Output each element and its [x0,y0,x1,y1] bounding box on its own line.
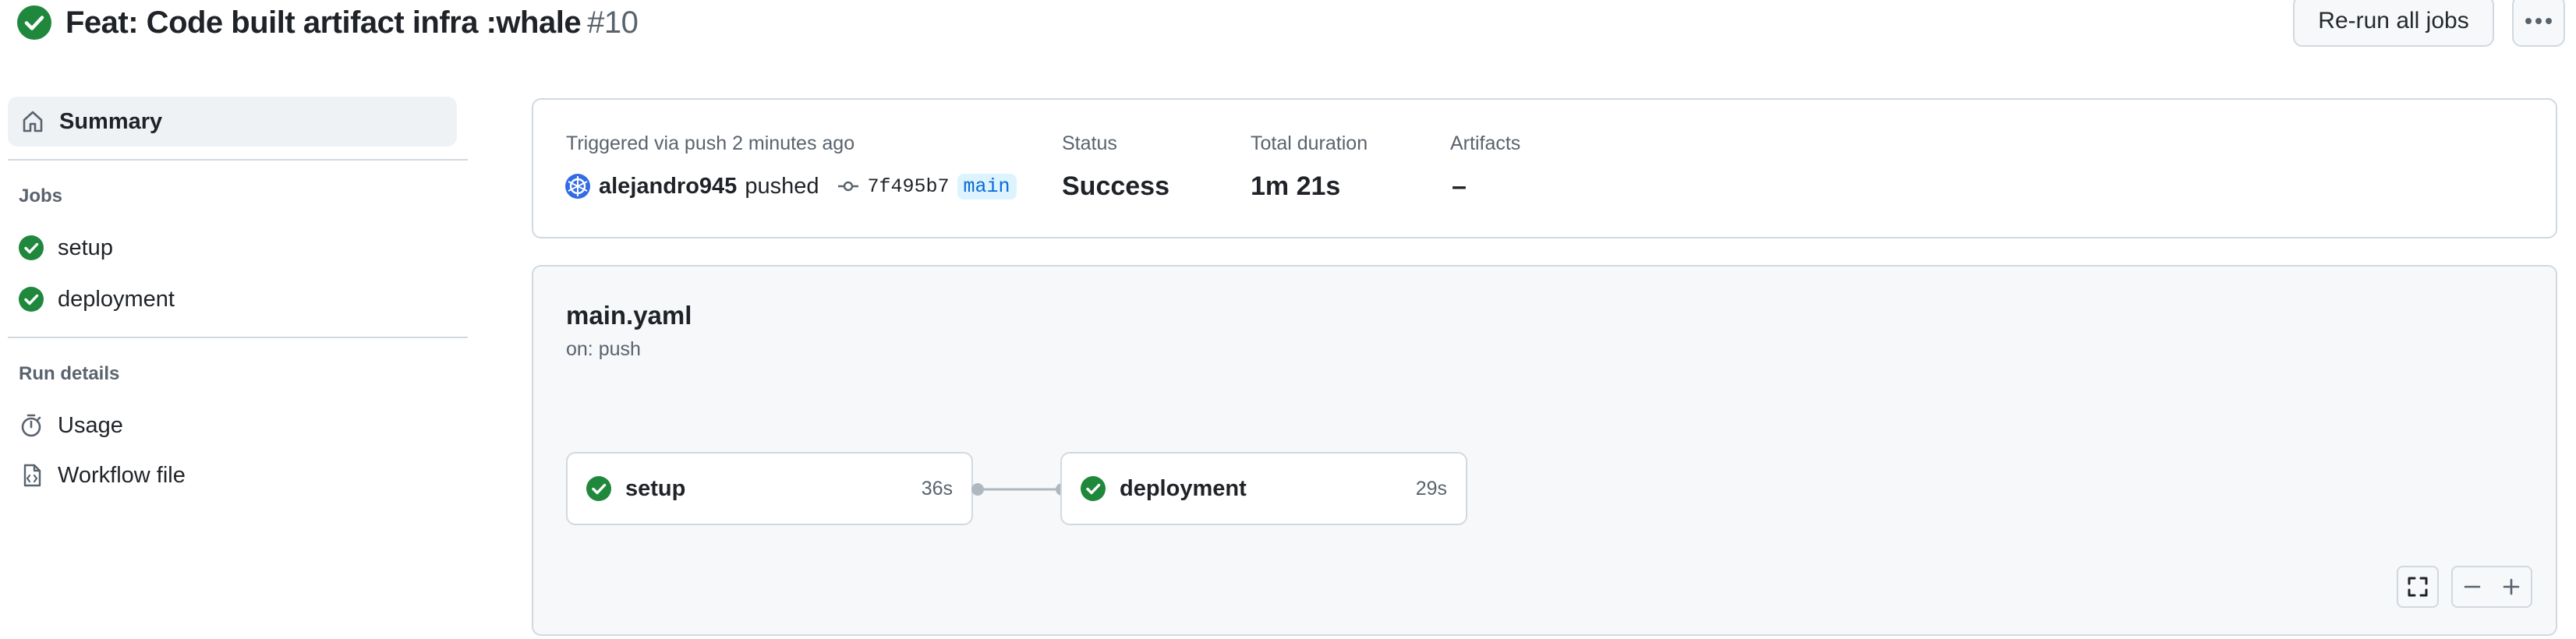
branch-badge[interactable]: main [957,173,1017,199]
sidebar-divider [8,159,468,161]
sidebar-item-usage[interactable]: Usage [19,410,123,441]
success-check-icon [586,476,611,501]
job-connector [971,483,1068,496]
run-number: #10 [587,5,639,40]
zoom-in-icon[interactable] [2501,577,2521,597]
sidebar-item-label: Summary [59,108,163,134]
success-check-icon [19,235,44,260]
sidebar-item-summary[interactable]: Summary [8,97,457,147]
job-name: deployment [1120,475,1247,501]
fullscreen-icon [2407,576,2429,598]
sidebar-item-deployment[interactable]: deployment [19,284,175,315]
job-node-deployment[interactable]: deployment 29s [1060,452,1467,525]
fullscreen-button[interactable] [2397,566,2439,608]
zoom-controls [2451,566,2532,608]
stopwatch-icon [19,413,44,438]
job-duration: 29s [1415,477,1447,500]
success-check-icon [1081,476,1106,501]
artifacts-label: Artifacts [1450,132,1521,154]
rerun-label: Re-run all jobs [2318,8,2469,34]
home-icon [20,109,45,134]
workflow-graph-card: main.yaml on: push setup 36s deployment … [532,265,2557,636]
push-action-text: pushed [745,173,819,199]
duration-value: 1m 21s [1251,171,1341,201]
success-check-icon [17,5,51,40]
job-duration: 36s [921,477,953,500]
sidebar-divider [8,337,468,338]
job-node-setup[interactable]: setup 36s [566,452,973,525]
sidebar-item-label: Usage [58,412,123,438]
sidebar-item-workflow-file[interactable]: Workflow file [19,460,186,491]
kebab-horizontal-icon [2525,17,2553,25]
commit-info: alejandro945 pushed 7f495b7 main [564,173,1017,199]
more-options-button[interactable] [2512,0,2565,47]
page-title: Feat: Code built artifact infra :whale #1… [65,5,639,41]
trigger-text: Triggered via push 2 minutes ago [566,132,855,154]
artifacts-value: – [1452,171,1467,201]
rerun-all-jobs-button[interactable]: Re-run all jobs [2293,0,2494,47]
git-commit-icon [837,178,859,194]
zoom-out-icon[interactable] [2462,577,2482,597]
jobs-heading: Jobs [19,185,63,207]
page-header: Feat: Code built artifact infra :whale #1… [17,0,639,45]
sidebar-item-label: setup [58,235,113,260]
commit-sha-link[interactable]: 7f495b7 [867,175,949,198]
status-label: Status [1062,132,1117,154]
run-details-heading: Run details [19,363,120,384]
run-title: Feat: Code built artifact infra :whale [65,5,582,40]
status-value: Success [1062,171,1169,201]
job-name: setup [625,475,686,501]
sidebar-item-setup[interactable]: setup [19,232,113,263]
sidebar-item-label: deployment [58,286,175,312]
workflow-filename: main.yaml [566,301,692,330]
sidebar-item-label: Workflow file [58,462,186,488]
run-summary-card: Triggered via push 2 minutes ago alejand… [532,98,2557,238]
success-check-icon [19,287,44,312]
actor-link[interactable]: alejandro945 [599,174,737,199]
avatar[interactable] [564,173,591,199]
workflow-trigger: on: push [566,338,641,360]
file-code-icon [19,463,44,488]
duration-label: Total duration [1251,132,1368,154]
